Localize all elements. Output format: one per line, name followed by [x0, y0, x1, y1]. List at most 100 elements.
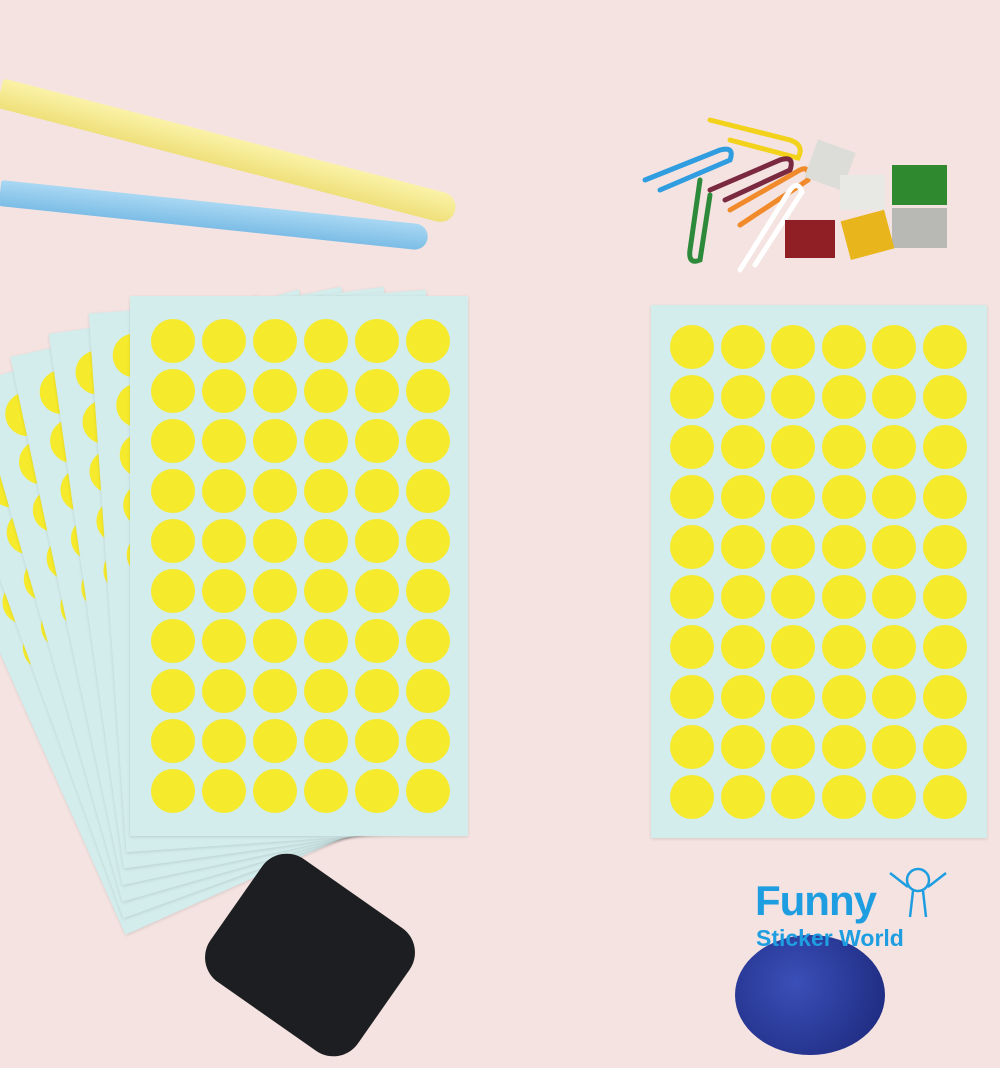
sticker-dot: [355, 619, 399, 663]
sticker-dot: [720, 775, 765, 819]
sticker-dot: [151, 369, 195, 413]
sticker-dot: [406, 669, 450, 713]
sticker-dot: [355, 319, 399, 363]
sticker-dot: [406, 769, 450, 813]
sticker-dot: [151, 619, 195, 663]
sticker-dot: [202, 569, 246, 613]
sticker-dot: [821, 775, 866, 819]
sticker-dot: [355, 669, 399, 713]
sticker-dot: [670, 375, 714, 419]
sticker-dot: [872, 525, 916, 569]
sticker-dot: [202, 419, 246, 463]
sticker-dot: [872, 625, 916, 669]
sticker-dot: [670, 425, 714, 469]
sticker-dot: [355, 569, 399, 613]
sticker-dot: [670, 575, 714, 619]
sticker-dot: [821, 525, 866, 569]
sticker-dot: [771, 675, 815, 719]
sticker-dot: [922, 675, 967, 719]
sticker-dot: [670, 625, 714, 669]
sticker-dot: [151, 769, 195, 813]
sticker-dot: [872, 725, 916, 769]
sticker-dot: [202, 519, 246, 563]
sticker-dot: [253, 419, 297, 463]
sticker-dot: [922, 775, 967, 819]
sticker-dot: [202, 619, 246, 663]
sticker-dot: [821, 725, 866, 769]
sticker-dot: [771, 325, 815, 369]
sticker-dot: [720, 425, 765, 469]
sticker-dot: [151, 519, 195, 563]
sticker-dot: [151, 469, 195, 513]
paper-clips: [642, 117, 947, 273]
sticker-dot: [670, 325, 714, 369]
sticker-dot: [922, 325, 967, 369]
sticker-dot: [253, 619, 297, 663]
sticker-dot: [253, 519, 297, 563]
sticker-dot: [406, 469, 450, 513]
sticker-dot: [872, 375, 916, 419]
sticker-dot: [355, 419, 399, 463]
sticker-dot: [304, 769, 348, 813]
blue-stamp: [735, 935, 885, 1055]
sticker-dot: [253, 569, 297, 613]
sticker-dot: [670, 725, 714, 769]
logo-mascot-icon: [889, 867, 947, 918]
sticker-dot: [304, 519, 348, 563]
sticker-dot: [821, 425, 866, 469]
sticker-dot: [771, 375, 815, 419]
sticker-dot: [771, 725, 815, 769]
sticker-dot: [720, 375, 765, 419]
sticker-dot: [720, 625, 765, 669]
sticker-dot: [253, 719, 297, 763]
sticker-dot: [304, 419, 348, 463]
sticker-dot: [355, 719, 399, 763]
sticker-dot: [202, 769, 246, 813]
sticker-dot: [872, 325, 916, 369]
sticker-dot: [922, 425, 967, 469]
sticker-dot: [720, 475, 765, 519]
sticker-dot: [151, 319, 195, 363]
sticker-dot: [771, 575, 815, 619]
sticker-dot: [355, 369, 399, 413]
sticker-dot: [821, 625, 866, 669]
sticker-dot: [355, 769, 399, 813]
sticker-dot: [151, 719, 195, 763]
sticker-dot: [406, 319, 450, 363]
sticker-dot: [771, 425, 815, 469]
sticker-dot: [720, 575, 765, 619]
sticker-dot: [253, 369, 297, 413]
sticker-dot: [922, 625, 967, 669]
sticker-dot: [670, 475, 714, 519]
sticker-dot: [202, 369, 246, 413]
sticker-dot: [821, 325, 866, 369]
sticker-dot: [202, 319, 246, 363]
logo-text-sticker-world: Sticker World: [756, 925, 904, 951]
sticker-dot: [922, 725, 967, 769]
sticker-dot: [304, 469, 348, 513]
sticker-dot: [202, 669, 246, 713]
sticker-dot: [355, 469, 399, 513]
sticker-dot: [771, 525, 815, 569]
sticker-dot: [720, 675, 765, 719]
sticker-dot: [151, 569, 195, 613]
sticker-sheet-left: [130, 296, 468, 836]
sticker-dot: [406, 519, 450, 563]
sticker-dot: [922, 475, 967, 519]
sticker-dot: [872, 475, 916, 519]
sticker-dot: [304, 669, 348, 713]
sticker-dot: [151, 669, 195, 713]
sticker-dot: [720, 325, 765, 369]
sticker-dot: [151, 419, 195, 463]
sticker-sheet-right: [651, 305, 987, 838]
sticker-dot: [304, 719, 348, 763]
sticker-dot: [821, 475, 866, 519]
logo-text-funny: Funny: [755, 877, 877, 924]
sticker-dot: [670, 525, 714, 569]
sticker-dot: [406, 419, 450, 463]
sticker-dot: [355, 519, 399, 563]
sticker-dot: [406, 619, 450, 663]
sticker-dot: [872, 575, 916, 619]
sticker-dot: [821, 675, 866, 719]
sticker-dot: [771, 775, 815, 819]
